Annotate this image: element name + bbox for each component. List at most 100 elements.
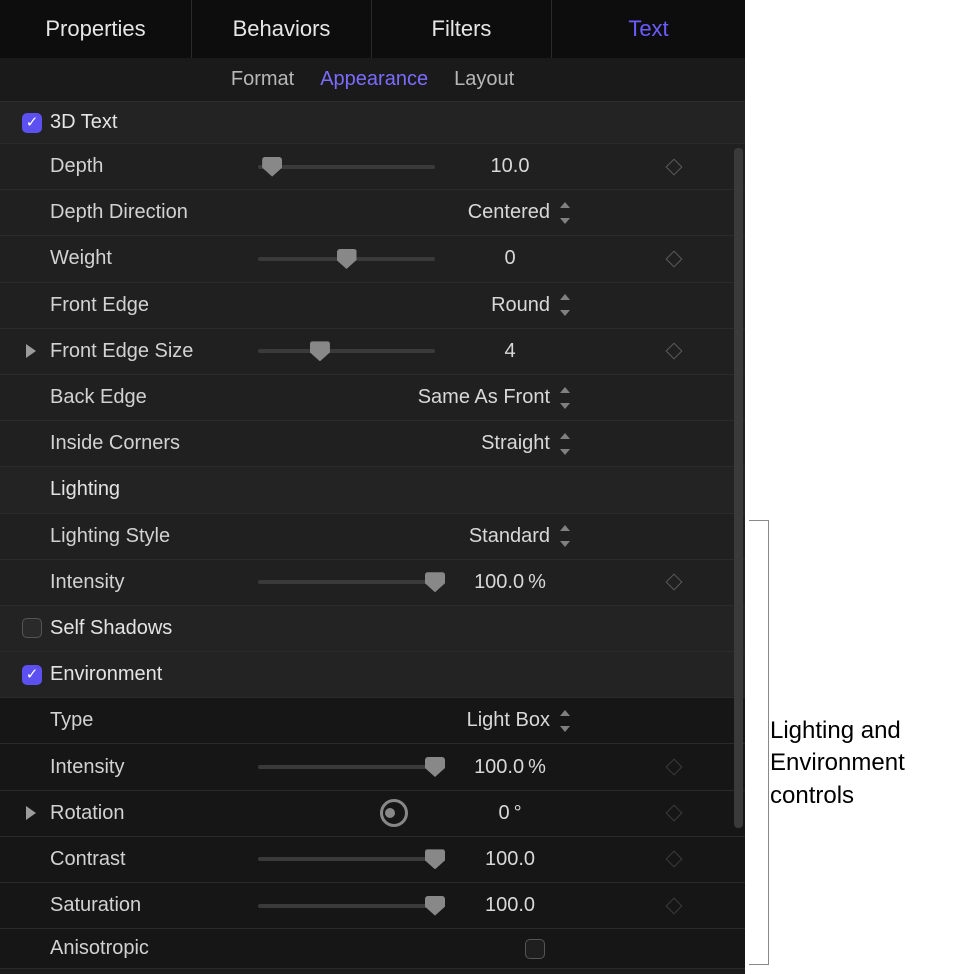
checkbox-anisotropic[interactable] (525, 939, 545, 959)
unit: ° (514, 802, 522, 824)
stepper-icon[interactable] (560, 433, 574, 455)
disclosure-triangle-icon[interactable] (26, 806, 36, 820)
label-depth: Depth (50, 155, 250, 178)
row-env-type: Type Light Box (0, 698, 745, 744)
slider-env-intensity[interactable] (258, 765, 435, 769)
label-3d-text: 3D Text (50, 111, 250, 134)
keyframe-icon[interactable] (666, 759, 683, 776)
row-depth-direction: Depth Direction Centered (0, 190, 745, 236)
unit: % (528, 571, 546, 593)
stepper-icon[interactable] (560, 294, 574, 316)
slider-thumb-icon[interactable] (310, 341, 330, 361)
inspector-panel: Properties Behaviors Filters Text Format… (0, 0, 745, 974)
disclosure-triangle-icon[interactable] (26, 344, 36, 358)
keyframe-icon[interactable] (666, 574, 683, 591)
value-env-contrast[interactable]: 100.0 (440, 848, 580, 871)
num: 0 (498, 802, 509, 824)
label-inside-corners: Inside Corners (50, 432, 250, 455)
value-weight[interactable]: 0 (440, 247, 580, 270)
dropdown-inside-corners[interactable]: Straight (380, 432, 550, 455)
tab-properties[interactable]: Properties (0, 0, 192, 58)
value-env-rotation[interactable]: 0° (440, 802, 580, 825)
keyframe-icon[interactable] (666, 250, 683, 267)
row-env-rotation: Rotation 0° (0, 791, 745, 837)
main-tabs: Properties Behaviors Filters Text (0, 0, 745, 58)
dropdown-env-type[interactable]: Light Box (380, 709, 550, 732)
slider-weight[interactable] (258, 257, 435, 261)
label-environment: Environment (50, 663, 250, 686)
label-env-type: Type (50, 709, 250, 732)
value-depth[interactable]: 10.0 (440, 155, 580, 178)
value-env-saturation[interactable]: 100.0 (440, 894, 580, 917)
label-env-intensity: Intensity (50, 756, 250, 779)
stepper-icon[interactable] (560, 525, 574, 547)
slider-env-saturation[interactable] (258, 904, 435, 908)
value-lighting-intensity[interactable]: 100.0% (440, 571, 580, 594)
label-self-shadows: Self Shadows (50, 617, 250, 640)
keyframe-icon[interactable] (666, 851, 683, 868)
dropdown-depth-direction[interactable]: Centered (380, 201, 550, 224)
row-front-edge: Front Edge Round (0, 283, 745, 329)
value-front-edge-size[interactable]: 4 (440, 340, 580, 363)
label-lighting-intensity: Intensity (50, 571, 250, 594)
tab-behaviors[interactable]: Behaviors (192, 0, 372, 58)
dial-rotation[interactable] (380, 799, 408, 827)
scrollbar[interactable] (734, 148, 743, 828)
subtab-format[interactable]: Format (231, 68, 294, 91)
num: 100.0 (474, 756, 524, 778)
checkbox-3d-text[interactable] (22, 113, 42, 133)
stepper-icon[interactable] (560, 710, 574, 732)
section-environment-toggle[interactable]: Environment (0, 652, 745, 698)
callout-bracket (749, 520, 769, 965)
dropdown-value: Round (491, 294, 550, 316)
keyframe-icon[interactable] (666, 805, 683, 822)
slider-thumb-icon[interactable] (262, 157, 282, 177)
label-env-anisotropic: Anisotropic (50, 937, 250, 960)
checkbox-environment[interactable] (22, 665, 42, 685)
keyframe-icon[interactable] (666, 158, 683, 175)
row-weight: Weight 0 (0, 236, 745, 282)
label-lighting-style: Lighting Style (50, 525, 250, 548)
row-front-edge-size: Front Edge Size 4 (0, 329, 745, 375)
keyframe-icon[interactable] (666, 343, 683, 360)
stepper-icon[interactable] (560, 387, 574, 409)
slider-thumb-icon[interactable] (337, 249, 357, 269)
dropdown-value: Standard (469, 525, 550, 547)
row-lighting-intensity: Intensity 100.0% (0, 560, 745, 606)
dropdown-back-edge[interactable]: Same As Front (340, 386, 550, 409)
slider-depth[interactable] (258, 165, 435, 169)
dropdown-value: Light Box (467, 709, 550, 731)
slider-lighting-intensity[interactable] (258, 580, 435, 584)
dropdown-lighting-style[interactable]: Standard (380, 525, 550, 548)
label-front-edge: Front Edge (50, 294, 250, 317)
section-self-shadows-toggle[interactable]: Self Shadows (0, 606, 745, 652)
tab-filters[interactable]: Filters (372, 0, 552, 58)
row-env-saturation: Saturation 100.0 (0, 883, 745, 929)
row-env-intensity: Intensity 100.0% (0, 744, 745, 790)
slider-env-contrast[interactable] (258, 857, 435, 861)
dropdown-value: Centered (468, 201, 550, 223)
row-depth: Depth 10.0 (0, 144, 745, 190)
label-env-contrast: Contrast (50, 848, 250, 871)
label-front-edge-size: Front Edge Size (50, 340, 250, 363)
row-env-contrast: Contrast 100.0 (0, 837, 745, 883)
tab-text[interactable]: Text (552, 0, 745, 58)
stepper-icon[interactable] (560, 202, 574, 224)
slider-front-edge-size[interactable] (258, 349, 435, 353)
keyframe-icon[interactable] (666, 897, 683, 914)
checkbox-self-shadows[interactable] (22, 618, 42, 638)
label-env-rotation: Rotation (50, 802, 250, 825)
sub-tabs: Format Appearance Layout (0, 58, 745, 102)
section-3d-text-toggle[interactable]: 3D Text (0, 102, 745, 144)
dropdown-front-edge[interactable]: Round (380, 294, 550, 317)
row-back-edge: Back Edge Same As Front (0, 375, 745, 421)
label-weight: Weight (50, 247, 250, 270)
callout-label: Lighting and Environment controls (770, 715, 905, 812)
subtab-appearance[interactable]: Appearance (320, 68, 428, 91)
label-back-edge: Back Edge (50, 386, 250, 409)
row-env-anisotropic: Anisotropic (0, 929, 745, 969)
unit: % (528, 756, 546, 778)
dropdown-value: Straight (481, 432, 550, 454)
value-env-intensity[interactable]: 100.0% (440, 756, 580, 779)
subtab-layout[interactable]: Layout (454, 68, 514, 91)
